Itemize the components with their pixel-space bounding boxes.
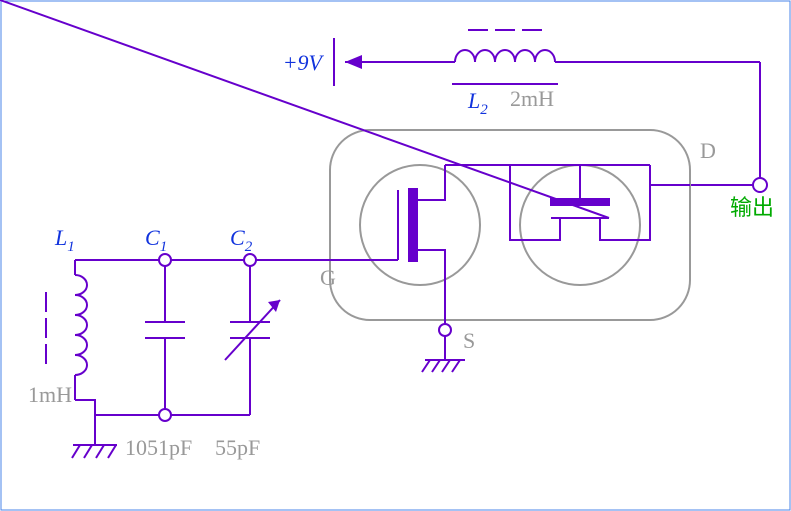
wire-output-rail: [690, 62, 760, 185]
circuit-diagram: +9V L2 2mH: [0, 0, 791, 511]
L2-value: 2mH: [510, 86, 554, 111]
C1-value: 1051pF: [125, 435, 192, 460]
pin-G: G: [320, 265, 336, 290]
C2-value: 55pF: [215, 435, 260, 460]
ground-tank: [72, 415, 117, 458]
output-terminal: [753, 178, 767, 192]
ground-source: [422, 324, 465, 372]
L2-label: L2: [467, 88, 488, 118]
fet-right: [0, 0, 650, 285]
fet-left: [300, 165, 480, 330]
pin-S: S: [463, 328, 475, 353]
node-c1-bot: [159, 409, 171, 421]
frame: [1, 1, 790, 510]
supply-label: +9V: [283, 50, 325, 75]
pin-D: D: [700, 138, 716, 163]
C1-label: C1: [145, 225, 167, 255]
wire-to-drain: [650, 165, 690, 185]
inductor-L2: [452, 30, 558, 84]
capacitor-C2-variable: [225, 260, 280, 415]
node-c1-top: [159, 254, 171, 266]
L1-label: L1: [54, 225, 75, 255]
C2-label: C2: [230, 225, 253, 255]
node-c2-top: [244, 254, 256, 266]
L1-value: 1mH: [28, 382, 72, 407]
capacitor-C1: [145, 260, 185, 415]
supply-arrow: [345, 55, 362, 69]
output-label: 输出: [730, 195, 774, 220]
